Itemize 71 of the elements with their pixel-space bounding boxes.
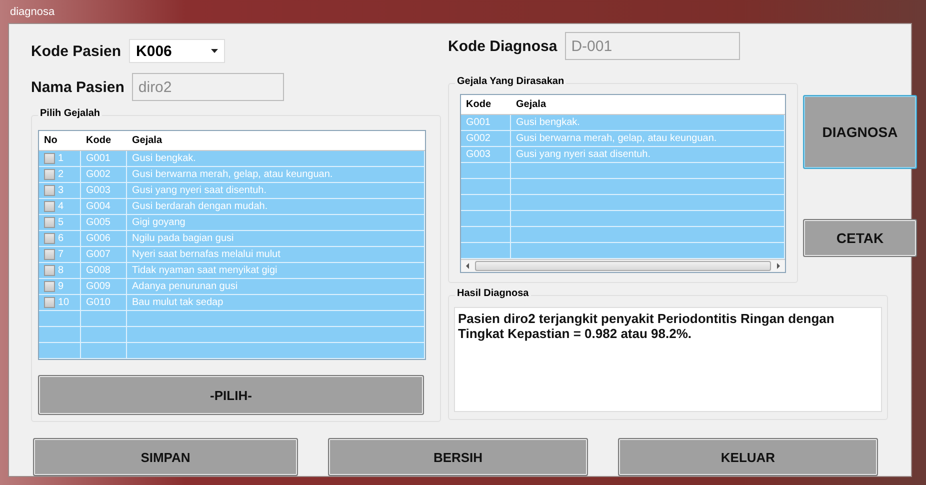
table-cell: G004 [81,199,127,214]
row-number: 10 [58,297,70,308]
scroll-left-icon[interactable] [465,263,471,269]
row-number: 8 [58,265,64,276]
checkbox[interactable] [44,281,55,292]
action-button[interactable]: SIMPAN [33,438,298,476]
row-number: 4 [58,201,64,212]
table-cell: G001 [461,115,511,130]
table-cell: Gusi berdarah dengan mudah. [127,199,425,214]
checkbox[interactable] [44,153,55,164]
action-button[interactable]: BERSIH [328,438,588,476]
group-title: Pilih Gejalah [38,108,102,119]
table-cell: G008 [81,263,127,278]
field-label: Nama Pasien [31,78,124,96]
column-header[interactable]: No [39,135,81,146]
row-number: 2 [58,169,64,180]
checkbox[interactable] [44,169,55,180]
group-title: Hasil Diagnosa [455,288,531,299]
table-cell: G003 [81,183,127,198]
checkbox[interactable] [44,201,55,212]
action-button[interactable]: CETAK [803,219,917,257]
result-text-box[interactable]: Pasien diro2 terjangkit penyakit Periodontitis Ringan dengan Tingkat Kepastian = 0.982 atau 98.2%. [454,307,882,412]
horizontal-scrollbar[interactable] [461,259,785,272]
caret-icon [211,49,218,53]
result-text: Pasien diro2 terjangkit penyakit Periodontitis Ringan dengan Tingkat Kepastian = 0.982 atau 98.2%. [458,311,834,341]
action-button[interactable]: DIAGNOSA [803,95,917,169]
column-header[interactable]: Gejala [127,135,425,146]
field-label: Kode Pasien [31,42,122,60]
table-cell: Gusi berwarna merah, gelap, atau keunguan. [127,167,425,182]
checkbox[interactable] [44,217,55,228]
table-cell: G002 [81,167,127,182]
table-cell: Gusi berwarna merah, gelap, atau keunguan. [511,131,785,146]
table-cell: Gusi bengkak. [127,151,425,166]
group-title: Gejala Yang Dirasakan [455,76,566,87]
row-number: 5 [58,217,64,228]
table-cell: G009 [81,279,127,294]
checkbox[interactable] [44,249,55,260]
pick-button[interactable]: -PILIH- [38,375,424,415]
table-cell: G006 [81,231,127,246]
checkbox[interactable] [44,233,55,244]
table-cell: Gigi goyang [127,215,425,230]
row-number: 1 [58,153,64,164]
table-cell: Gusi yang nyeri saat disentuh. [511,147,785,162]
field-label: Kode Diagnosa [448,38,558,54]
table-cell: Ngilu pada bagian gusi [127,231,425,246]
checkbox[interactable] [44,297,55,308]
table-cell: G010 [81,295,127,310]
column-header[interactable]: Kode [81,135,127,146]
action-button[interactable]: KELUAR [618,438,878,476]
table-cell: G003 [461,147,511,162]
table-cell: Bau mulut tak sedap [127,295,425,310]
table-cell: Nyeri saat bernafas melalui mulut [127,247,425,262]
patient-code-dropdown[interactable]: K006 [129,39,226,63]
row-number: 9 [58,281,64,292]
table-cell: G002 [461,131,511,146]
table-cell: G001 [81,151,127,166]
row-number: 6 [58,233,64,244]
table-cell: G007 [81,247,127,262]
column-header[interactable]: Kode [461,99,511,110]
table-cell: Tidak nyaman saat menyikat gigi [127,263,425,278]
checkbox[interactable] [44,185,55,196]
table-cell: Gusi bengkak. [511,115,785,130]
table-cell: Adanya penurunan gusi [127,279,425,294]
row-number: 7 [58,249,64,260]
table-cell: Gusi yang nyeri saat disentuh. [127,183,425,198]
table-cell: G005 [81,215,127,230]
checkbox[interactable] [44,265,55,276]
row-number: 3 [58,185,64,196]
window-title: diagnosa [9,6,55,18]
column-header[interactable]: Gejala [511,99,785,110]
scroll-right-icon[interactable] [775,263,781,269]
